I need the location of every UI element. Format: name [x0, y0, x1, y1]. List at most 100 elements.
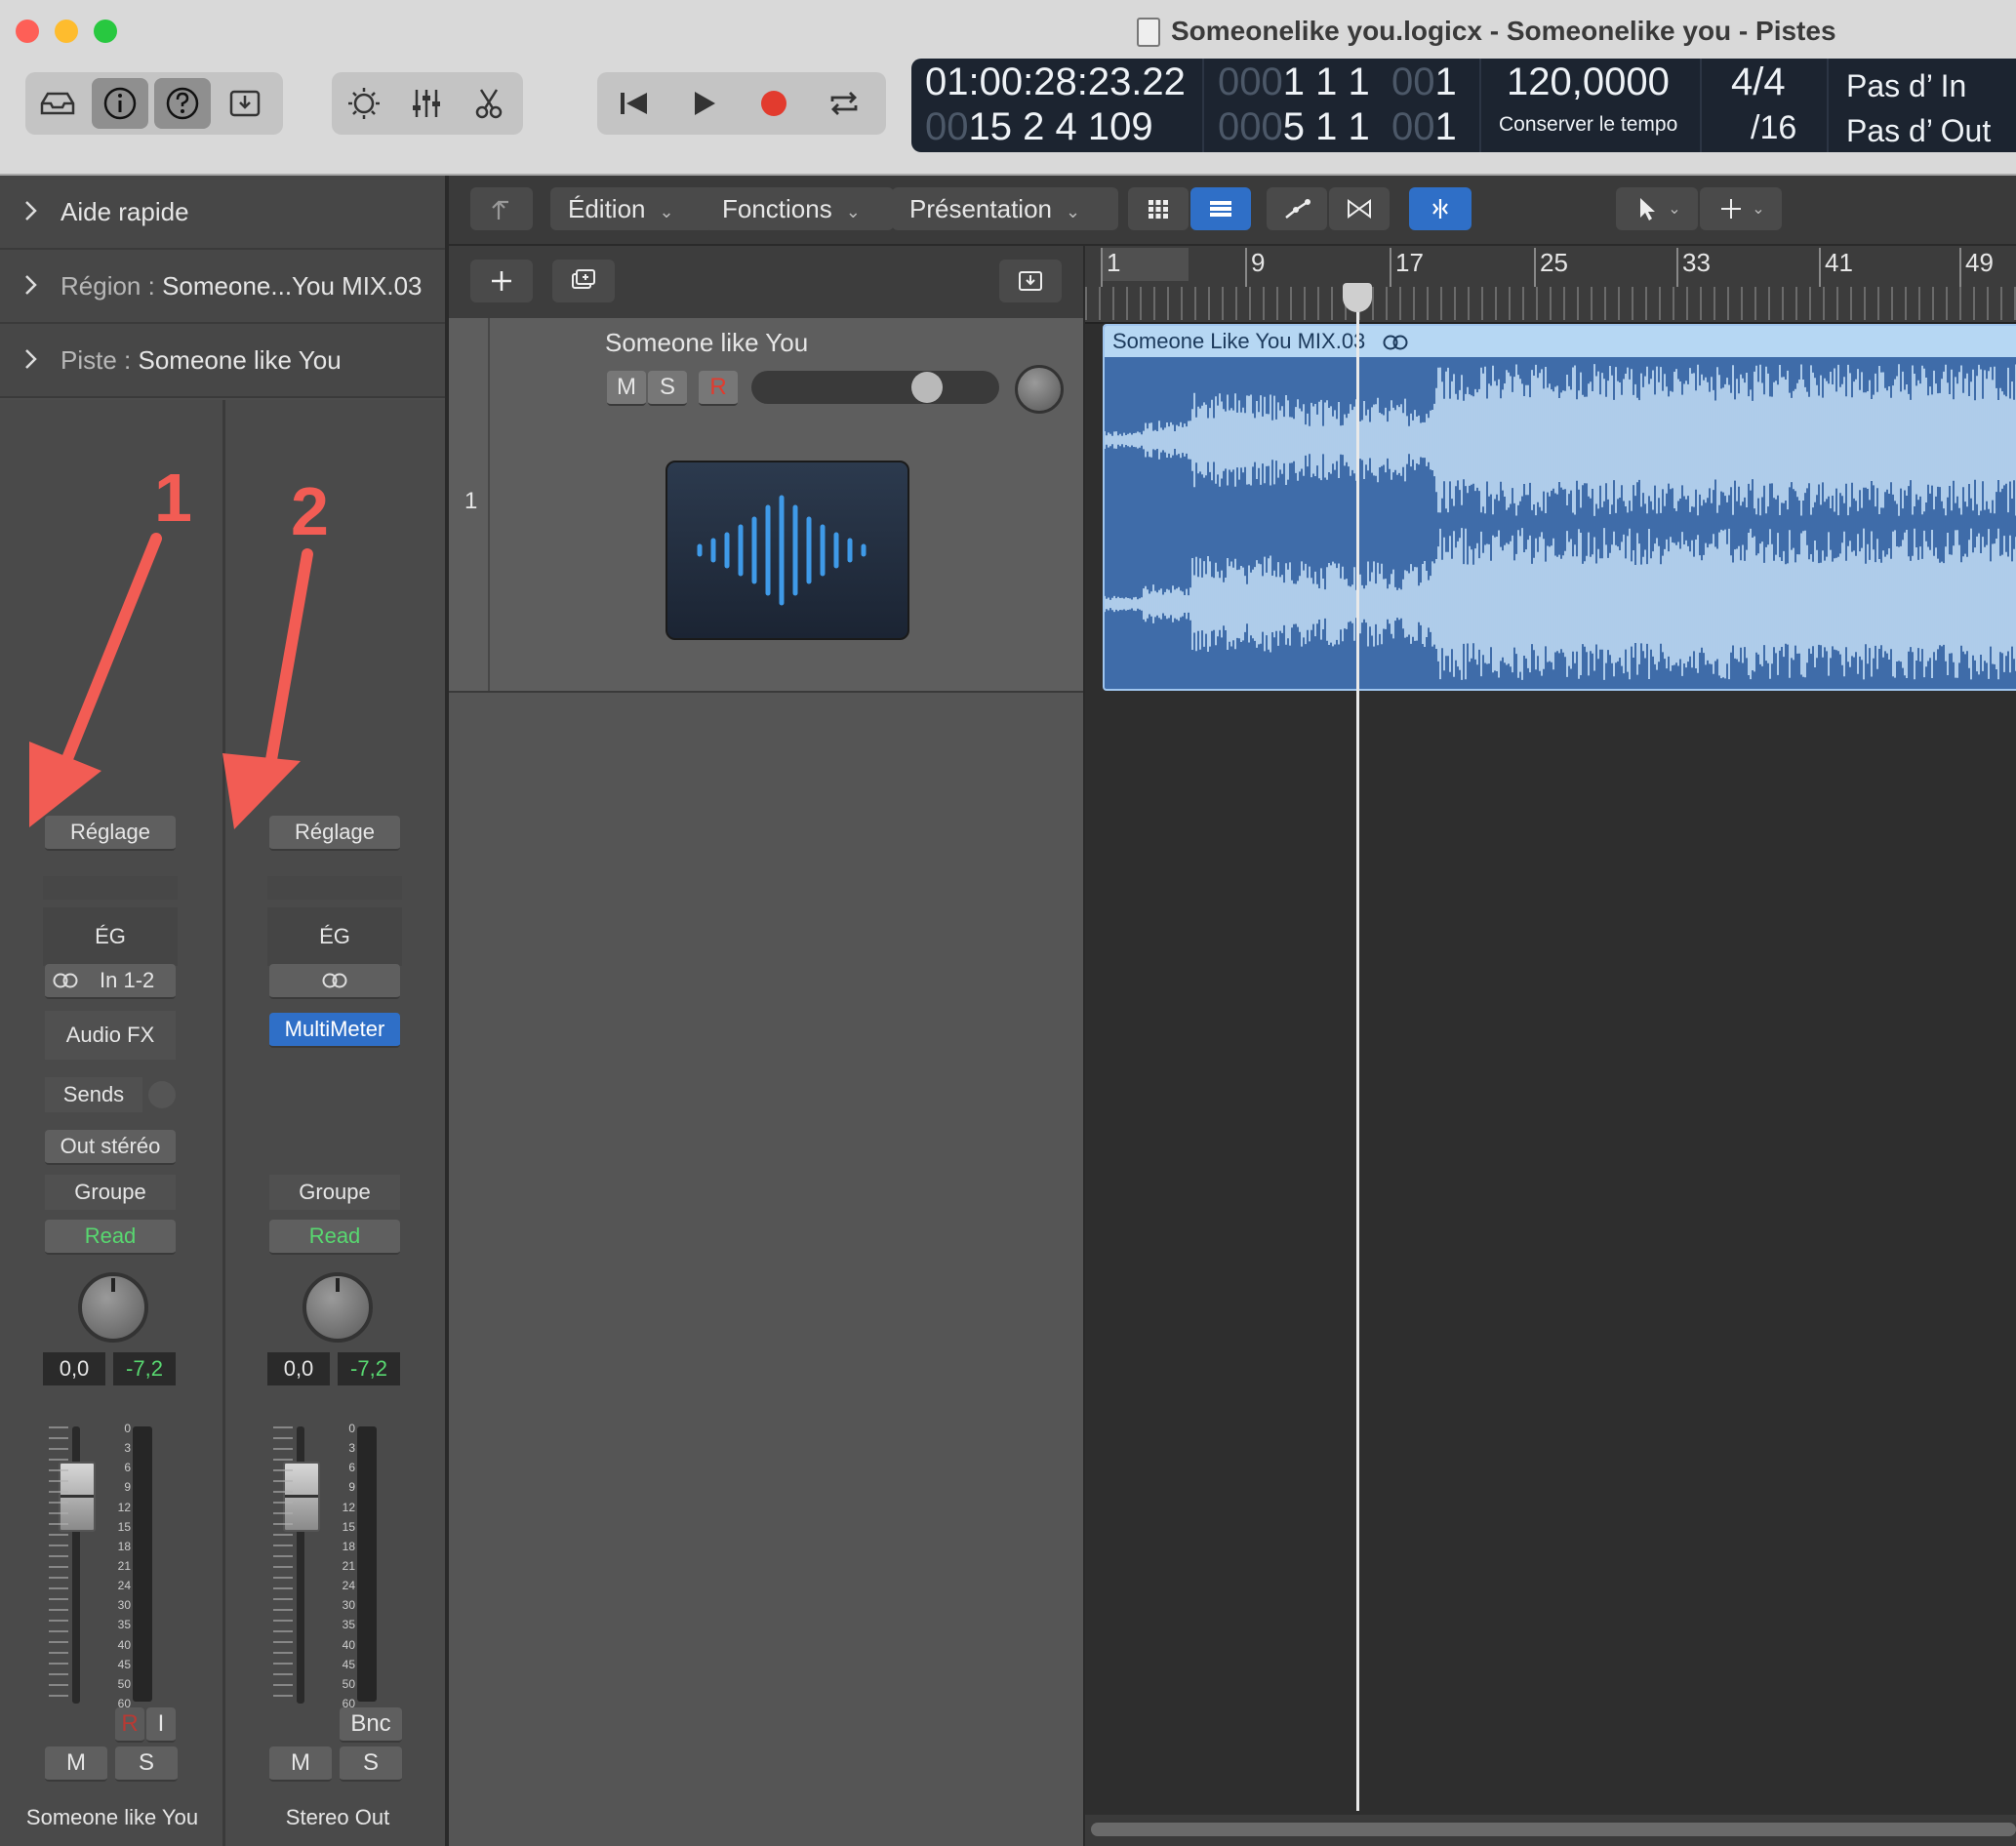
- zoom-window-button[interactable]: [94, 20, 117, 43]
- list-view-button[interactable]: [1190, 187, 1251, 230]
- annotation-number-2: 2: [291, 472, 329, 550]
- channel-name[interactable]: Stereo Out: [225, 1805, 450, 1830]
- view-menu[interactable]: Présentation ⌄: [892, 187, 1118, 230]
- toolbar-button[interactable]: [217, 78, 273, 129]
- solo-button[interactable]: S: [340, 1746, 402, 1782]
- eq-button[interactable]: ÉG: [43, 907, 178, 966]
- multimeter-plugin-slot[interactable]: MultiMeter: [269, 1013, 400, 1048]
- volume-value[interactable]: 0,0: [43, 1352, 105, 1385]
- track-volume-handle[interactable]: [911, 372, 943, 403]
- editors-button[interactable]: [461, 78, 517, 129]
- grid-view-button[interactable]: [1128, 187, 1189, 230]
- minimize-window-button[interactable]: [55, 20, 78, 43]
- lcd-tempo-mode[interactable]: Conserver le tempo: [1499, 113, 1677, 137]
- track-volume-slider[interactable]: [751, 371, 999, 404]
- track-icon[interactable]: [665, 461, 909, 640]
- quick-help-button[interactable]: [154, 78, 211, 129]
- inspector-button[interactable]: [92, 78, 148, 129]
- region-header[interactable]: Someone Like You MIX.03: [1105, 326, 2016, 357]
- quick-help-row[interactable]: Aide rapide: [0, 176, 445, 250]
- balance-knob[interactable]: [302, 1272, 373, 1343]
- record-button[interactable]: [746, 78, 802, 129]
- lcd-cycle-start[interactable]: 0001 1 1 001: [1218, 60, 1457, 104]
- meter-scale-label: 15: [343, 1521, 355, 1533]
- control-bar: Someonelike you.logicx - Someonelike you…: [0, 0, 2016, 176]
- play-button[interactable]: [675, 78, 732, 129]
- library-button[interactable]: [29, 78, 86, 129]
- catch-button[interactable]: [999, 260, 1062, 302]
- crosshair-icon: [1716, 194, 1746, 223]
- lcd-tempo[interactable]: 120,0000: [1507, 60, 1670, 104]
- new-track-button[interactable]: [470, 260, 533, 302]
- peak-value[interactable]: -7,2: [338, 1352, 400, 1385]
- track-solo-button[interactable]: S: [648, 371, 687, 406]
- horizontal-scroll-thumb[interactable]: [1091, 1823, 2016, 1836]
- channel-name[interactable]: Someone like You: [0, 1805, 224, 1830]
- meter-scale-label: 18: [343, 1541, 355, 1552]
- help-icon: [161, 82, 204, 125]
- stereo-format-button[interactable]: [269, 964, 400, 999]
- group-slot[interactable]: Groupe: [45, 1175, 176, 1210]
- smart-controls-button[interactable]: [336, 78, 392, 129]
- cycle-button[interactable]: [816, 78, 872, 129]
- automation-button[interactable]: [1267, 187, 1327, 230]
- quick-help-label: Aide rapide: [60, 176, 189, 248]
- track-pan-knob[interactable]: [1015, 365, 1064, 414]
- lcd-time-signature[interactable]: 4/4: [1731, 60, 1786, 104]
- input-slot[interactable]: In 1-2: [45, 964, 176, 999]
- lcd-cycle-end[interactable]: 0005 1 1 001: [1218, 105, 1457, 149]
- bounce-button[interactable]: Bnc: [340, 1707, 402, 1743]
- sends-slot[interactable]: Sends: [45, 1077, 142, 1112]
- eq-button[interactable]: ÉG: [267, 907, 402, 966]
- peak-value[interactable]: -7,2: [113, 1352, 176, 1385]
- audio-region[interactable]: Someone Like You MIX.03: [1103, 324, 2016, 691]
- region-inspector-row[interactable]: Région : Someone...You MIX.03: [0, 250, 445, 324]
- annotation-arrow-1: [29, 539, 156, 827]
- secondary-tool-menu[interactable]: ⌄: [1700, 187, 1782, 230]
- go-up-button[interactable]: [470, 187, 533, 230]
- volume-value[interactable]: 0,0: [267, 1352, 330, 1385]
- playhead-handle[interactable]: [1343, 283, 1372, 312]
- bar-ruler[interactable]: 1 9 17 25 33 41 49: [1085, 246, 2016, 324]
- chevron-down-icon: ⌄: [846, 190, 861, 233]
- playhead[interactable]: [1356, 287, 1359, 1811]
- mute-button[interactable]: M: [269, 1746, 332, 1782]
- view-buttons-group: [25, 72, 283, 135]
- bar-number: 49: [1965, 248, 1994, 278]
- track-record-button[interactable]: R: [699, 371, 738, 406]
- go-to-beginning-button[interactable]: [605, 78, 662, 129]
- input-monitor-button[interactable]: I: [146, 1707, 176, 1743]
- track-inspector-row[interactable]: Piste : Someone like You: [0, 324, 445, 398]
- lcd-division[interactable]: /16: [1751, 109, 1796, 147]
- solo-button[interactable]: S: [115, 1746, 178, 1782]
- mute-button[interactable]: M: [45, 1746, 107, 1782]
- meter-scale-label: 18: [118, 1541, 131, 1552]
- pointer-tool-menu[interactable]: ⌄: [1616, 187, 1698, 230]
- close-window-button[interactable]: [16, 20, 39, 43]
- meter-scale-label: 15: [118, 1521, 131, 1533]
- pan-knob[interactable]: [78, 1272, 148, 1343]
- flex-button[interactable]: [1329, 187, 1390, 230]
- output-slot[interactable]: Out stéréo: [45, 1130, 176, 1165]
- meter-scale-label: 6: [348, 1462, 355, 1473]
- snap-button[interactable]: [1409, 187, 1472, 230]
- record-enable-button[interactable]: R: [115, 1707, 144, 1743]
- bar-number: 17: [1395, 248, 1424, 278]
- audio-fx-slot[interactable]: Audio FX: [45, 1011, 176, 1060]
- edit-menu[interactable]: Édition ⌄: [550, 187, 714, 230]
- tracks-menu-bar: Édition ⌄ Fonctions ⌄ Présentation ⌄ ⌄ ⌄: [449, 176, 2016, 246]
- track-number: 1: [464, 488, 477, 515]
- duplicate-track-button[interactable]: [552, 260, 615, 302]
- track-mute-button[interactable]: M: [607, 371, 646, 406]
- track-inspector-label: Piste : Someone like You: [60, 324, 342, 396]
- send-knob[interactable]: [148, 1081, 176, 1108]
- automation-mode-button[interactable]: Read: [45, 1220, 176, 1255]
- track-header[interactable]: 1 Someone like You M S R: [449, 318, 1083, 693]
- functions-menu[interactable]: Fonctions ⌄: [705, 187, 894, 230]
- track-name[interactable]: Someone like You: [605, 328, 808, 358]
- flex-icon: [1345, 194, 1374, 223]
- group-slot[interactable]: Groupe: [269, 1175, 400, 1210]
- lcd-display[interactable]: 01:00:28:23.22 0015 2 4 109 0001 1 1 001…: [911, 59, 2016, 152]
- automation-mode-button[interactable]: Read: [269, 1220, 400, 1255]
- mixer-button[interactable]: [398, 78, 455, 129]
